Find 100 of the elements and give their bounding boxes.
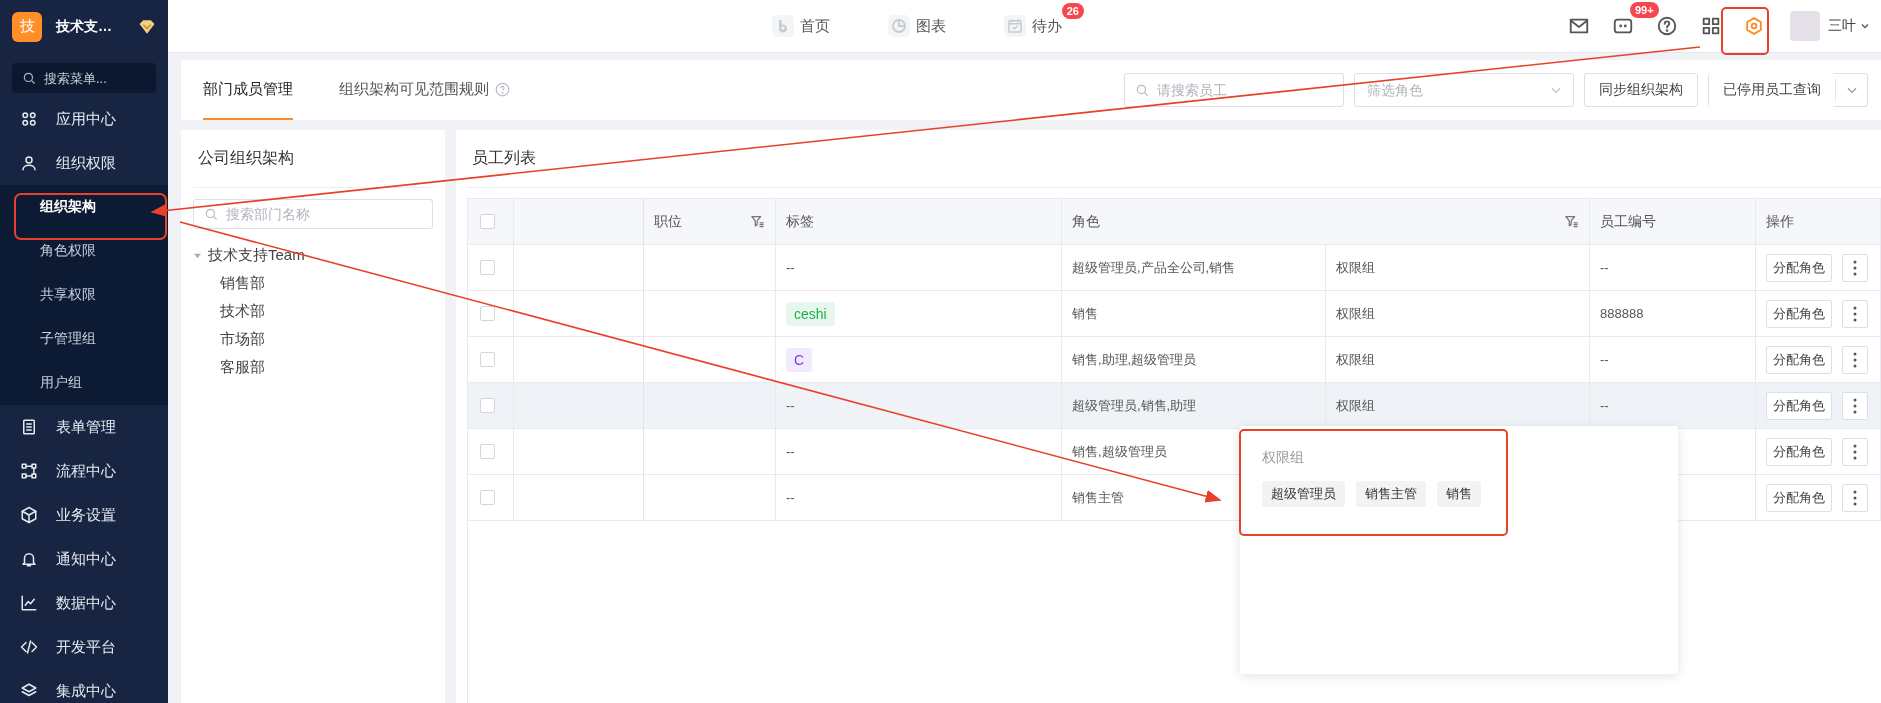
more-button[interactable] bbox=[1842, 391, 1868, 420]
search-icon bbox=[22, 71, 36, 85]
sidebar-item[interactable]: 组织权限 bbox=[0, 141, 168, 185]
popover-title: 权限组 bbox=[1262, 449, 1305, 467]
sidebar-subitem[interactable]: 角色权限 bbox=[0, 229, 168, 273]
diamond-icon bbox=[138, 18, 156, 35]
sidebar-subitem[interactable]: 组织架构 bbox=[0, 185, 168, 229]
column-header: 标签 bbox=[786, 212, 814, 231]
more-dots-icon bbox=[1853, 305, 1857, 322]
table-cell: 超级管理员,销售,助理 bbox=[1072, 396, 1197, 415]
menu-search-field[interactable]: 搜索菜单... bbox=[12, 63, 156, 93]
sidebar-item[interactable]: 应用中心 bbox=[0, 97, 168, 141]
more-button[interactable] bbox=[1842, 253, 1868, 282]
filter-icon bbox=[750, 214, 765, 229]
column-header: 员工编号 bbox=[1600, 212, 1656, 231]
tree-node[interactable]: 技术部 bbox=[193, 297, 433, 325]
avatar-photo-placeholder[interactable] bbox=[1790, 11, 1820, 41]
search-icon bbox=[204, 207, 218, 221]
apps-button[interactable] bbox=[1700, 15, 1722, 37]
sidebar-item[interactable]: 通知中心 bbox=[0, 537, 168, 581]
search-icon bbox=[1135, 83, 1149, 97]
sidebar-item[interactable]: 数据中心 bbox=[0, 581, 168, 625]
help-icon bbox=[1656, 15, 1678, 37]
more-button[interactable] bbox=[1842, 483, 1868, 512]
nav-link[interactable]: 待办 bbox=[1004, 15, 1062, 37]
tree-node[interactable]: 市场部 bbox=[193, 325, 433, 353]
sidebar-item[interactable]: 集成中心 bbox=[0, 669, 168, 703]
row-checkbox[interactable] bbox=[480, 398, 495, 413]
table-cell: 销售主管 bbox=[1072, 488, 1124, 507]
user-menu[interactable]: 三叶 bbox=[1828, 17, 1871, 35]
highlight-frame bbox=[1721, 7, 1769, 55]
count-badge: 26 bbox=[1061, 3, 1084, 19]
help-button[interactable] bbox=[1656, 15, 1678, 37]
employee-search-field[interactable]: 请搜索员工 bbox=[1124, 73, 1344, 107]
sidebar-subitem[interactable]: 用户组 bbox=[0, 361, 168, 405]
department-search-field[interactable]: 搜索部门名称 bbox=[193, 199, 433, 229]
tree-node[interactable]: 客服部 bbox=[193, 353, 433, 381]
panel-title: 公司组织架构 bbox=[193, 130, 433, 188]
more-button[interactable] bbox=[1842, 299, 1868, 328]
tag: C bbox=[786, 347, 813, 372]
settings-icon bbox=[1744, 16, 1764, 36]
row-checkbox[interactable] bbox=[480, 352, 495, 367]
row-checkbox[interactable] bbox=[480, 306, 495, 321]
page-tab[interactable]: 部门成员管理 bbox=[203, 60, 293, 120]
role-filter-select[interactable]: 筛选角色 bbox=[1354, 73, 1574, 107]
more-dots-icon bbox=[1853, 397, 1857, 414]
assign-role-button[interactable]: 分配角色 bbox=[1766, 299, 1832, 328]
menu-search-field[interactable]: 搜索菜单... bbox=[42, 69, 146, 87]
more-button[interactable] bbox=[1842, 345, 1868, 374]
table-cell: -- bbox=[786, 444, 795, 459]
bell-icon bbox=[20, 550, 38, 568]
more-button[interactable] bbox=[1842, 437, 1868, 466]
calendar-icon bbox=[1004, 15, 1026, 37]
role-chip: 超级管理员 bbox=[1262, 481, 1345, 507]
panel-title: 员工列表 bbox=[467, 130, 1881, 188]
nav-link[interactable]: 首页 bbox=[772, 15, 830, 37]
count-badge: 99+ bbox=[1630, 2, 1659, 18]
settings-button[interactable] bbox=[1744, 16, 1764, 36]
column-header: 操作 bbox=[1766, 212, 1794, 231]
assign-role-button[interactable]: 分配角色 bbox=[1766, 253, 1832, 282]
nav-link[interactable]: 图表 bbox=[888, 15, 946, 37]
workspace-name[interactable]: 技术支… bbox=[56, 17, 124, 36]
brand-logo: 技 bbox=[12, 11, 42, 42]
sidebar-subitem[interactable]: 子管理组 bbox=[0, 317, 168, 361]
assign-role-button[interactable]: 分配角色 bbox=[1766, 345, 1832, 374]
code-icon bbox=[20, 638, 38, 656]
tree-node[interactable]: 销售部 bbox=[193, 269, 433, 297]
row-checkbox[interactable] bbox=[480, 490, 495, 505]
tree-node[interactable]: 技术支持Team bbox=[193, 241, 433, 269]
more-dots-icon bbox=[1853, 489, 1857, 506]
table-cell: -- bbox=[786, 398, 795, 413]
page-tab[interactable]: 组织架构可见范围规则 bbox=[339, 60, 510, 120]
column-header: 职位 bbox=[654, 212, 682, 231]
sidebar-item[interactable]: 开发平台 bbox=[0, 625, 168, 669]
table-cell: 888888 bbox=[1600, 306, 1644, 321]
tag: ceshi bbox=[786, 301, 835, 326]
table-cell: 权限组 bbox=[1336, 304, 1375, 323]
column-header: 角色 bbox=[1072, 212, 1100, 231]
assign-role-button[interactable]: 分配角色 bbox=[1766, 483, 1832, 512]
table-cell: -- bbox=[1600, 398, 1609, 413]
more-dots-icon bbox=[1853, 443, 1857, 460]
table-cell: -- bbox=[786, 490, 795, 505]
chart-icon bbox=[20, 594, 38, 612]
table-cell: 销售,助理,超级管理员 bbox=[1072, 350, 1197, 369]
table-cell: 销售 bbox=[1072, 304, 1098, 323]
help-icon bbox=[495, 81, 510, 97]
sync-button[interactable]: 同步组织架构 bbox=[1584, 73, 1698, 107]
apps-grid-icon bbox=[1700, 15, 1722, 37]
assign-role-button[interactable]: 分配角色 bbox=[1766, 391, 1832, 420]
select-all-checkbox[interactable] bbox=[480, 214, 495, 229]
sidebar-subitem[interactable]: 共享权限 bbox=[0, 273, 168, 317]
row-checkbox[interactable] bbox=[480, 444, 495, 459]
sidebar-item[interactable]: 表单管理 bbox=[0, 405, 168, 449]
sidebar-item[interactable]: 业务设置 bbox=[0, 493, 168, 537]
row-checkbox[interactable] bbox=[480, 260, 495, 275]
role-chip: 销售 bbox=[1437, 481, 1481, 507]
more-dots-icon bbox=[1853, 259, 1857, 276]
sidebar-item[interactable]: 流程中心 bbox=[0, 449, 168, 493]
table-cell: 销售,超级管理员 bbox=[1072, 442, 1167, 461]
assign-role-button[interactable]: 分配角色 bbox=[1766, 437, 1832, 466]
